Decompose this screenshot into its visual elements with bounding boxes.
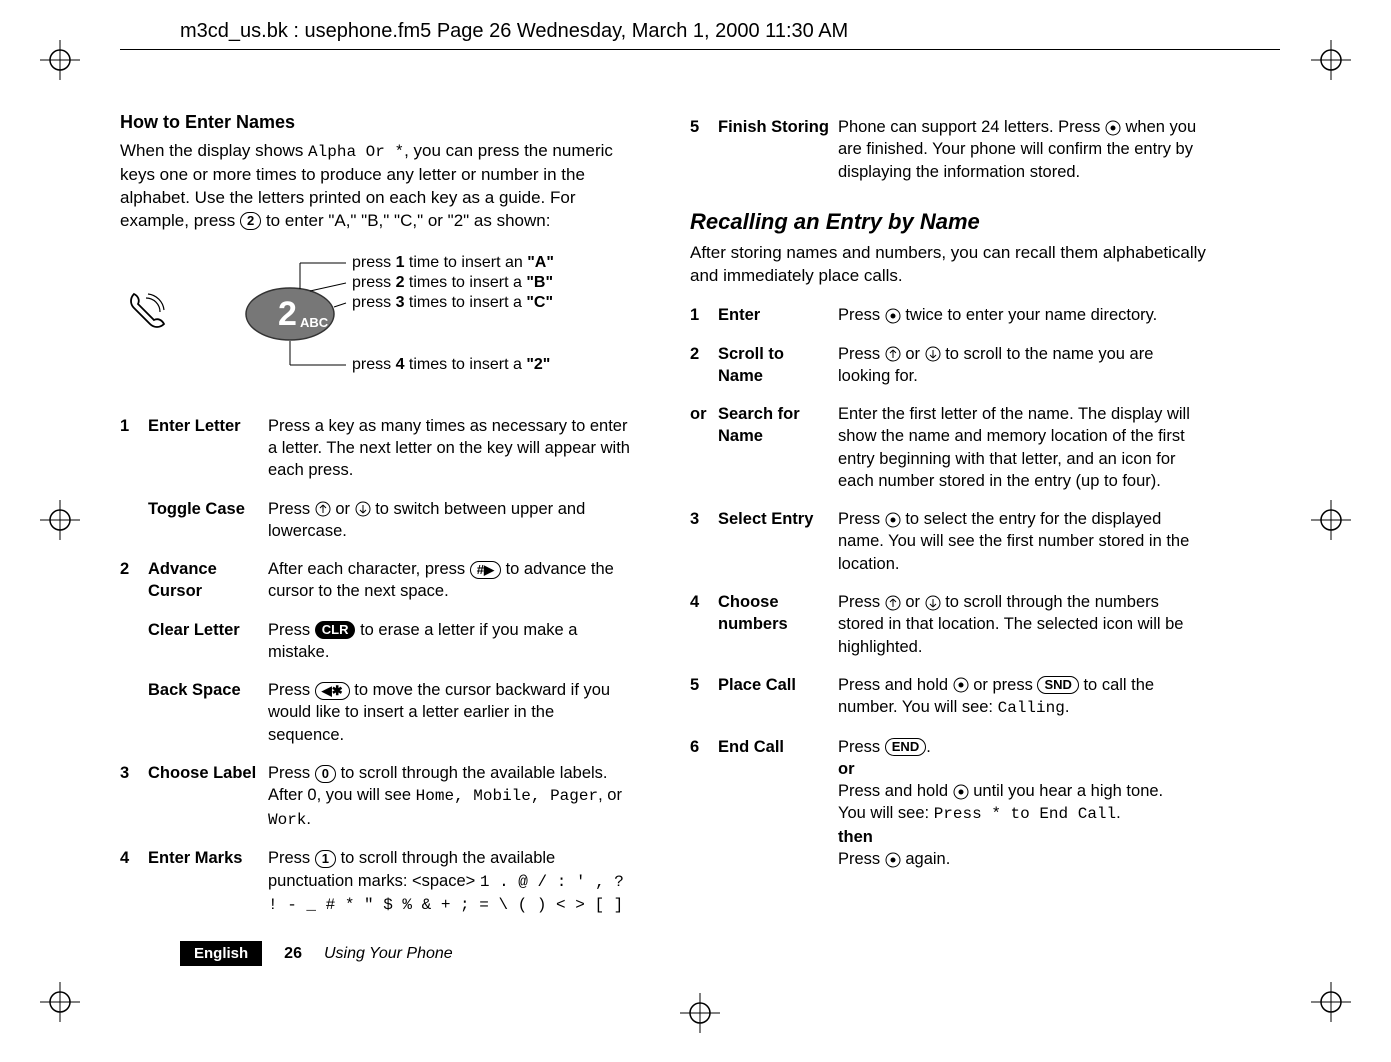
ok-icon bbox=[885, 512, 901, 528]
table-row: 3 Select Entry Press to select the entry… bbox=[690, 502, 1210, 585]
key-2-icon: 2 bbox=[240, 212, 261, 230]
key-clr-icon: CLR bbox=[315, 621, 356, 639]
ok-icon bbox=[953, 677, 969, 693]
divider bbox=[120, 49, 1280, 50]
key-hash-icon: #▶ bbox=[470, 561, 501, 579]
table-row: or Search for Name Enter the first lette… bbox=[690, 397, 1210, 502]
page-footer: English 26 Using Your Phone bbox=[180, 941, 453, 966]
page-number: 26 bbox=[284, 945, 302, 963]
table-row: 5 Place Call Press and hold or press SND… bbox=[690, 668, 1210, 730]
recalling-intro: After storing names and numbers, you can… bbox=[690, 242, 1210, 288]
how-to-enter-names-heading: How to Enter Names bbox=[120, 110, 640, 134]
arrow-up-icon bbox=[885, 595, 901, 611]
arrow-down-icon bbox=[925, 595, 941, 611]
alpha-or-text: Alpha Or * bbox=[308, 143, 404, 161]
diagram-key-letters: ABC bbox=[300, 315, 329, 330]
language-badge: English bbox=[180, 941, 262, 966]
table-row: 5 Finish Storing Phone can support 24 le… bbox=[690, 110, 1210, 193]
table-row: 2 Scroll to Name Press or to scroll to t… bbox=[690, 337, 1210, 398]
crop-mark-icon bbox=[1311, 982, 1351, 1022]
table-row: 1 Enter Letter Press a key as many times… bbox=[120, 409, 640, 492]
key-end-icon: END bbox=[885, 738, 926, 756]
recalling-entry-heading: Recalling an Entry by Name bbox=[690, 207, 1210, 237]
crop-mark-icon bbox=[680, 993, 720, 1038]
table-row: Back Space Press ◀✱ to move the cursor b… bbox=[120, 673, 640, 756]
svg-text:press 3 times to insert a "C": press 3 times to insert a "C" bbox=[352, 294, 553, 311]
table-row: 3 Choose Label Press 0 to scroll through… bbox=[120, 756, 640, 841]
ok-icon bbox=[885, 852, 901, 868]
ok-icon bbox=[885, 308, 901, 324]
left-steps-table: 1 Enter Letter Press a key as many times… bbox=[120, 409, 640, 927]
ok-icon bbox=[953, 784, 969, 800]
table-row: 1 Enter Press twice to enter your name d… bbox=[690, 298, 1210, 336]
right-steps-table: 1 Enter Press twice to enter your name d… bbox=[690, 298, 1210, 880]
table-row: 4 Choose numbers Press or to scroll thro… bbox=[690, 585, 1210, 668]
page-header: m3cd_us.bk : usephone.fm5 Page 26 Wednes… bbox=[120, 20, 1280, 43]
key-press-diagram: 2 ABC press 1 time to insert an "A" pres… bbox=[120, 249, 640, 379]
intro-paragraph: When the display shows Alpha Or *, you c… bbox=[120, 140, 640, 232]
arrow-down-icon bbox=[355, 501, 371, 517]
key-1-icon: 1 bbox=[315, 850, 336, 868]
arrow-up-icon bbox=[885, 346, 901, 362]
crop-mark-icon bbox=[1311, 500, 1351, 540]
ok-icon bbox=[1105, 120, 1121, 136]
crop-mark-icon bbox=[40, 500, 80, 540]
arrow-up-icon bbox=[315, 501, 331, 517]
crop-mark-icon bbox=[40, 982, 80, 1022]
diagram-key-number: 2 bbox=[278, 295, 297, 333]
table-row: 4 Enter Marks Press 1 to scroll through … bbox=[120, 841, 640, 926]
table-row: 2 Advance Cursor After each character, p… bbox=[120, 552, 640, 613]
key-0-icon: 0 bbox=[315, 765, 336, 783]
table-row: 6 End Call Press END. or Press and hold … bbox=[690, 730, 1210, 881]
right-column: 5 Finish Storing Phone can support 24 le… bbox=[690, 110, 1210, 927]
page-title: Using Your Phone bbox=[324, 945, 453, 963]
arrow-down-icon bbox=[925, 346, 941, 362]
left-column: How to Enter Names When the display show… bbox=[120, 110, 640, 927]
svg-text:press 4 times to insert a "2": press 4 times to insert a "2" bbox=[352, 356, 550, 373]
svg-text:press 2 times to insert a "B": press 2 times to insert a "B" bbox=[352, 274, 553, 291]
key-star-icon: ◀✱ bbox=[315, 682, 350, 700]
crop-mark-icon bbox=[40, 40, 80, 80]
right-topstep-table: 5 Finish Storing Phone can support 24 le… bbox=[690, 110, 1210, 193]
crop-mark-icon bbox=[1311, 40, 1351, 80]
table-row: Clear Letter Press CLR to erase a letter… bbox=[120, 613, 640, 674]
svg-text:press 1 time to insert an "A": press 1 time to insert an "A" bbox=[352, 254, 554, 271]
table-row: Toggle Case Press or to switch between u… bbox=[120, 492, 640, 553]
key-snd-icon: SND bbox=[1037, 676, 1078, 694]
